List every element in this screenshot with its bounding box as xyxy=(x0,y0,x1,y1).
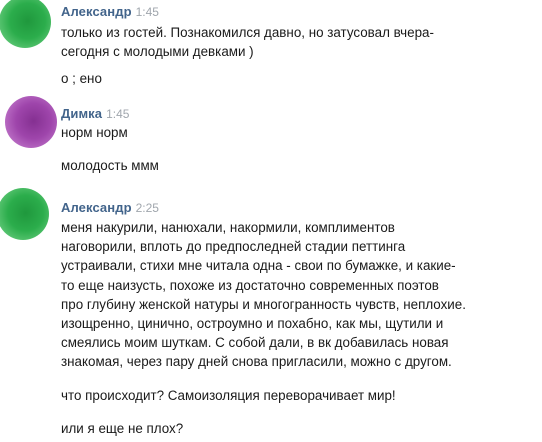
message-group: Александр 2:25 меня накурили, нанюхали, н… xyxy=(61,199,542,438)
message-time[interactable]: 2:25 xyxy=(136,201,159,215)
message-line: о ; ено xyxy=(61,71,102,87)
message-line: знакомая, через пару дней снова пригласи… xyxy=(61,354,452,370)
message-time[interactable]: 1:45 xyxy=(136,5,159,19)
message-group: Александр 1:45 только из гостей. Познаком… xyxy=(61,3,542,89)
message-line: наговорили, вплоть до предпоследней стад… xyxy=(61,239,406,255)
message-line: что происходит? Самоизоляция переворачив… xyxy=(61,387,396,403)
message-line: устраивали, стихи мне читала одна - свои… xyxy=(61,258,456,274)
message-line: или я еще не плох? xyxy=(61,420,184,436)
message-line: только из гостей. Познакомился давно, но… xyxy=(61,25,434,40)
message-time[interactable]: 1:45 xyxy=(106,107,129,121)
message-line: норм норм xyxy=(61,125,128,140)
author-name[interactable]: Александр xyxy=(61,4,132,19)
message-line: то еще наизусть, похоже из достаточно со… xyxy=(61,277,439,293)
message-text: меня накурили, нанюхали, накормили, комп… xyxy=(61,218,542,438)
avatar[interactable] xyxy=(0,188,49,240)
message-line: молодость ммм xyxy=(61,158,159,174)
message-line: про глубину женской натуры и многогранно… xyxy=(61,296,466,312)
avatar[interactable] xyxy=(5,96,57,148)
message-line: изощренно, цинично, остроумно и похабно,… xyxy=(61,316,444,332)
message-header: Александр 1:45 xyxy=(61,3,542,21)
message-line xyxy=(61,372,542,386)
message-group: Димка 1:45 норм норм молодость ммм xyxy=(61,105,542,175)
avatar[interactable] xyxy=(0,0,51,48)
message-text: норм норм молодость ммм xyxy=(61,123,542,175)
message-header: Александр 2:25 xyxy=(61,199,542,217)
message-text: только из гостей. Познакомился давно, но… xyxy=(61,23,542,89)
message-header: Димка 1:45 xyxy=(61,105,542,123)
author-name[interactable]: Димка xyxy=(61,106,102,121)
author-name[interactable]: Александр xyxy=(61,200,132,215)
message-line: сегодня с молодыми девками ) xyxy=(61,44,254,60)
message-line xyxy=(61,405,542,419)
message-line: смеялись моим шуткам. С собой дали, в вк… xyxy=(61,335,449,351)
message-line: меня накурили, нанюхали, накормили, комп… xyxy=(61,220,395,235)
message-line xyxy=(61,61,542,69)
message-line xyxy=(61,142,542,156)
